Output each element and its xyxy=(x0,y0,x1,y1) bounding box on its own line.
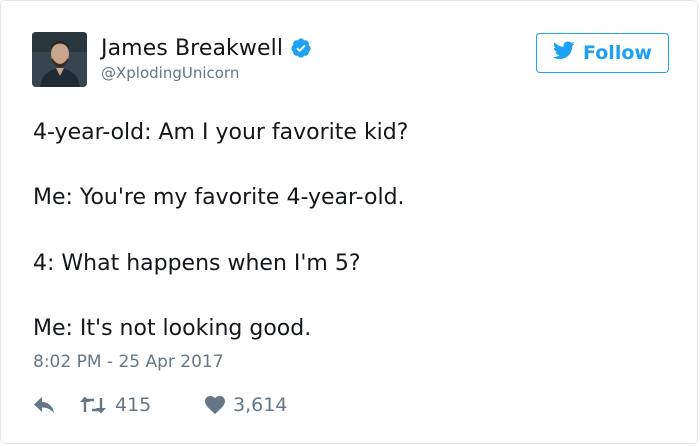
tweet-timestamp[interactable]: 8:02 PM - 25 Apr 2017 xyxy=(33,352,224,372)
heart-icon xyxy=(205,396,225,414)
twitter-bird-icon xyxy=(552,41,583,65)
tweet-text-line: 4: What happens when I'm 5? xyxy=(33,251,361,276)
tweet-actions: 415 3,614 xyxy=(33,391,287,419)
tweet-text-line: Me: You're my favorite 4-year-old. xyxy=(33,185,405,210)
retweet-icon xyxy=(79,396,107,414)
author-display-name[interactable]: James Breakwell xyxy=(101,36,283,61)
like-count: 3,614 xyxy=(233,394,288,416)
tweet-card: James Breakwell @XplodingUnicorn Follow … xyxy=(0,0,698,444)
reply-arrow-icon xyxy=(33,396,55,414)
tweet-text-line: Me: It's not looking good. xyxy=(33,316,312,341)
follow-button[interactable]: Follow xyxy=(536,33,669,73)
follow-button-label: Follow xyxy=(583,42,652,64)
avatar[interactable] xyxy=(32,32,87,87)
author-name-row: James Breakwell xyxy=(101,33,312,63)
like-button[interactable]: 3,614 xyxy=(205,394,287,416)
verified-badge-icon xyxy=(290,37,312,59)
tweet-text-line: 4-year-old: Am I your favorite kid? xyxy=(33,120,409,145)
retweet-button[interactable]: 415 xyxy=(79,394,205,416)
author-handle[interactable]: @XplodingUnicorn xyxy=(101,64,239,82)
retweet-count: 415 xyxy=(115,394,152,416)
reply-button[interactable] xyxy=(33,396,79,414)
